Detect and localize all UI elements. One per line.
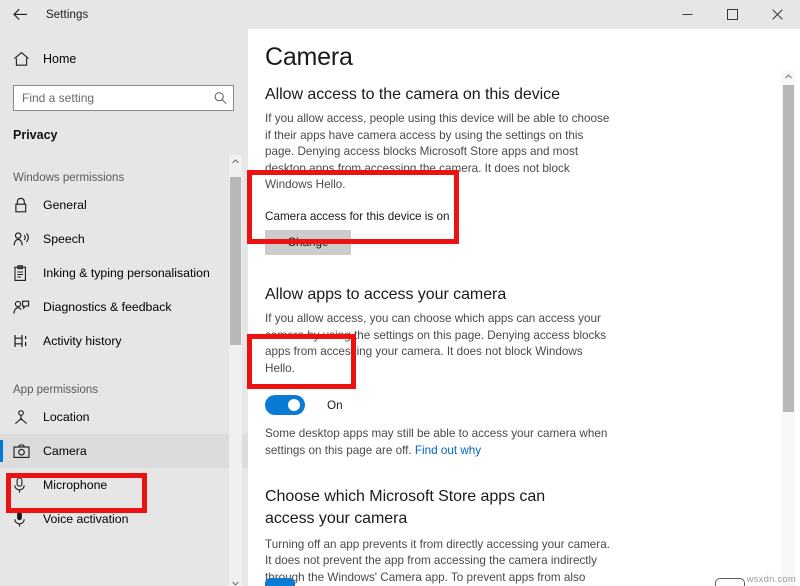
sidebar-item-diagnostics-feedback-label: Diagnostics & feedback	[43, 300, 172, 314]
section-device-access-heading: Allow access to the camera on this devic…	[265, 86, 560, 103]
page-title: Camera	[265, 43, 353, 71]
app-toggle-off-partial[interactable]	[715, 578, 745, 586]
search-icon	[214, 92, 227, 105]
minimize-icon	[682, 9, 693, 20]
content-scroll-up-icon[interactable]	[782, 70, 795, 83]
app-list-cutoff-row	[265, 578, 785, 586]
sidebar: Home Privacy Windows permissions	[0, 29, 248, 586]
section-device-access: Allow access to the camera on this devic…	[265, 86, 778, 255]
clipboard-icon	[13, 264, 39, 282]
section-apps-access: Allow apps to access your camera If you …	[265, 286, 778, 460]
apps-access-toggle[interactable]	[265, 395, 305, 416]
sidebar-item-voice-activation[interactable]: Voice activation	[0, 502, 248, 536]
sidebar-item-voice-activation-label: Voice activation	[43, 512, 129, 526]
sidebar-item-home[interactable]: Home	[0, 44, 248, 74]
minimize-button[interactable]	[665, 0, 710, 29]
sidebar-scroll-up-icon[interactable]	[229, 155, 242, 168]
watermark: wsxdn.com	[746, 574, 796, 585]
voice-activation-icon	[13, 511, 39, 528]
desktop-apps-note: Some desktop apps may still be able to a…	[265, 426, 613, 459]
sidebar-scrollbar[interactable]	[229, 155, 242, 586]
sidebar-scrollbar-thumb[interactable]	[230, 177, 241, 345]
person-feedback-icon	[13, 299, 39, 316]
window-title: Settings	[46, 8, 89, 21]
sidebar-item-speech-label: Speech	[43, 232, 85, 246]
section-store-apps-heading: Choose which Microsoft Store apps can ac…	[265, 487, 546, 527]
sidebar-item-general-label: General	[43, 198, 87, 212]
sidebar-item-activity-history-label: Activity history	[43, 334, 122, 348]
nav-group-title-windows-permissions: Windows permissions	[13, 172, 125, 184]
camera-access-status: Camera access for this device is on	[265, 209, 450, 223]
maximize-icon	[727, 9, 738, 20]
content-scrollbar[interactable]	[782, 70, 795, 586]
sidebar-scroll-down-icon[interactable]	[229, 577, 242, 586]
sidebar-nav-scroll-region: Windows permissions General Speech Inkin…	[0, 164, 248, 586]
toggle-knob	[288, 399, 300, 412]
sidebar-item-speech[interactable]: Speech	[0, 222, 248, 256]
sidebar-item-inking-typing-label: Inking & typing personalisation	[43, 266, 210, 280]
sidebar-category-title: Privacy	[13, 128, 58, 142]
close-icon	[772, 9, 783, 20]
nav-group-title-app-permissions: App permissions	[13, 384, 99, 396]
close-button[interactable]	[755, 0, 800, 29]
nav-list-app-permissions: Location Camera Microphone Voice activat…	[0, 400, 248, 536]
apps-access-toggle-row: On	[265, 395, 778, 416]
sidebar-item-inking-typing[interactable]: Inking & typing personalisation	[0, 256, 248, 290]
speech-icon	[13, 231, 39, 248]
home-icon	[13, 51, 39, 67]
content-scrollbar-thumb[interactable]	[783, 85, 794, 412]
section-apps-access-heading: Allow apps to access your camera	[265, 285, 507, 303]
content-inner: Camera Allow access to the camera on thi…	[248, 29, 778, 586]
settings-window: Settings Home Find a setting Privacy Win…	[0, 0, 800, 586]
location-pin-icon	[13, 409, 39, 426]
sidebar-item-location[interactable]: Location	[0, 400, 248, 434]
nav-group-spacer	[0, 358, 248, 376]
section-apps-access-body: If you allow access, you can choose whic…	[265, 311, 607, 375]
sidebar-item-microphone[interactable]: Microphone	[0, 468, 248, 502]
title-bar: Settings	[0, 0, 800, 29]
apps-access-toggle-label: On	[327, 398, 343, 412]
sidebar-item-general[interactable]: General	[0, 188, 248, 222]
search-box[interactable]	[13, 85, 234, 111]
section-device-access-body: If you allow access, people using this d…	[265, 112, 610, 192]
back-button[interactable]	[0, 0, 40, 29]
change-button[interactable]: Change	[265, 229, 351, 255]
activity-history-icon	[13, 333, 39, 349]
search-input[interactable]	[14, 86, 233, 110]
sidebar-item-camera[interactable]: Camera	[0, 434, 248, 468]
section-store-apps: Choose which Microsoft Store apps can ac…	[265, 486, 778, 586]
sidebar-item-microphone-label: Microphone	[43, 478, 108, 492]
sidebar-home-label: Home	[43, 52, 77, 66]
sidebar-item-activity-history[interactable]: Activity history	[0, 324, 248, 358]
find-out-why-link[interactable]: Find out why	[415, 444, 481, 457]
back-arrow-icon	[12, 8, 28, 21]
lock-icon	[13, 197, 39, 214]
maximize-button[interactable]	[710, 0, 755, 29]
sidebar-item-camera-label: Camera	[43, 444, 87, 458]
sidebar-item-diagnostics-feedback[interactable]: Diagnostics & feedback	[0, 290, 248, 324]
nav-list-windows-permissions: General Speech Inking & typing personali…	[0, 188, 248, 358]
main-content: Camera Allow access to the camera on thi…	[248, 29, 800, 586]
app-toggle-on-partial[interactable]	[265, 578, 295, 586]
camera-icon	[13, 443, 39, 459]
microphone-icon	[13, 476, 39, 494]
window-controls	[665, 0, 800, 29]
sidebar-item-location-label: Location	[43, 410, 90, 424]
title-bar-left: Settings	[0, 0, 88, 29]
